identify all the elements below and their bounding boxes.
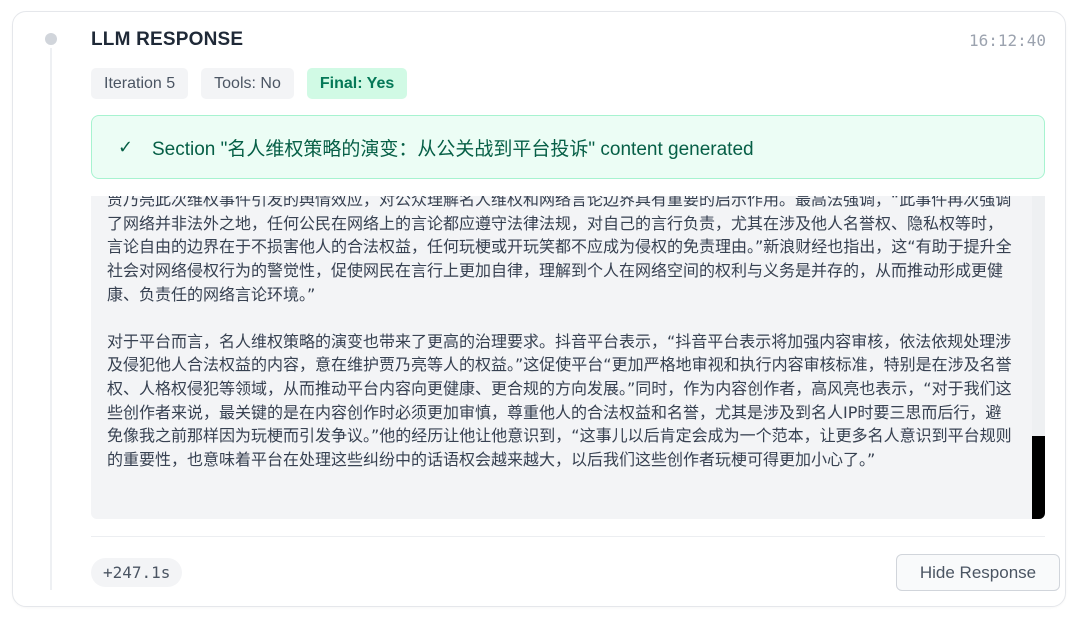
badge-row: Iteration 5 Tools: No Final: Yes: [91, 68, 408, 99]
footer-divider: [91, 536, 1045, 537]
timeline-line: [50, 48, 52, 590]
iteration-badge: Iteration 5: [91, 68, 189, 99]
response-paragraph: 贾乃亮此次维权事件引发的舆情效应，对公众理解名人维权和网络言论边界具有重要的启示…: [107, 196, 1012, 304]
tools-badge: Tools: No: [201, 68, 294, 99]
scrollbar-thumb[interactable]: [1032, 436, 1045, 519]
elapsed-time-badge: +247.1s: [91, 558, 183, 587]
checkmark-icon: ✓: [118, 136, 134, 157]
response-text: 贾乃亮此次维权事件引发的舆情效应，对公众理解名人维权和网络言论边界具有重要的启示…: [107, 196, 1017, 495]
scrollbar-track[interactable]: [1032, 196, 1045, 519]
timeline-dot: [45, 33, 57, 45]
success-message: Section "名人维权策略的演变：从公关战到平台投诉" content ge…: [152, 138, 754, 160]
response-content-panel[interactable]: 贾乃亮此次维权事件引发的舆情效应，对公众理解名人维权和网络言论边界具有重要的启示…: [91, 196, 1045, 519]
response-paragraph: 对于平台而言，名人维权策略的演变也带来了更高的治理要求。抖音平台表示，“抖音平台…: [107, 331, 1012, 470]
timestamp: 16:12:40: [968, 31, 1046, 50]
success-banner: ✓ Section "名人维权策略的演变：从公关战到平台投诉" content …: [91, 115, 1045, 179]
response-title: LLM RESPONSE: [91, 29, 244, 50]
final-badge: Final: Yes: [306, 68, 408, 99]
hide-response-button[interactable]: Hide Response: [896, 554, 1060, 591]
